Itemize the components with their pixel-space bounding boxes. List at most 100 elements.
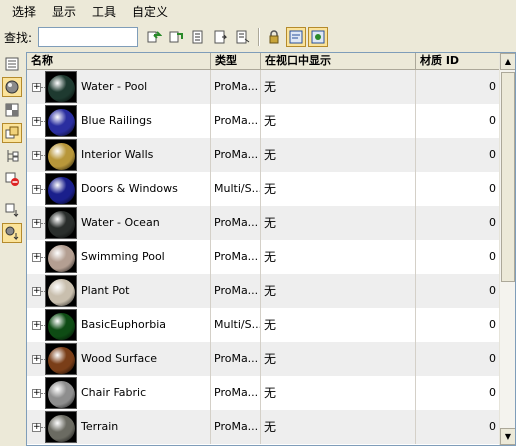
scroll-up-icon[interactable]: ▲ — [500, 53, 515, 70]
sort-active-icon[interactable] — [2, 223, 22, 243]
type-cell: ProMa... — [211, 70, 261, 104]
material-sphere — [48, 415, 75, 442]
material-thumbnail — [45, 71, 77, 103]
viewport-cell: 无 — [261, 274, 416, 308]
material-sphere — [48, 143, 75, 170]
vertical-scrollbar[interactable]: ▲ ▼ — [499, 53, 515, 445]
expand-icon[interactable]: + — [32, 117, 41, 126]
menu-tools[interactable]: 工具 — [84, 2, 124, 22]
select-none-icon[interactable] — [166, 27, 186, 47]
name-cell: + Chair Fabric — [27, 376, 211, 410]
display-subtree-icon[interactable] — [2, 146, 22, 166]
sync-selection-icon[interactable] — [286, 27, 306, 47]
table-row[interactable]: + Water - Ocean ProMa... 无 0 — [27, 206, 499, 240]
material-thumbnail — [45, 173, 77, 205]
column-material-id[interactable]: 材质 ID — [416, 53, 499, 70]
menu-display[interactable]: 显示 — [44, 2, 84, 22]
table-row[interactable]: + Doors & Windows Multi/S... 无 0 — [27, 172, 499, 206]
expand-icon[interactable]: + — [32, 321, 41, 330]
name-cell: + Wood Surface — [27, 342, 211, 376]
table-row[interactable]: + Water - Pool ProMa... 无 0 — [27, 70, 499, 104]
display-geometry-icon[interactable] — [2, 54, 22, 74]
select-invert-icon[interactable] — [188, 27, 208, 47]
viewport-cell: 无 — [261, 206, 416, 240]
display-missing-icon[interactable] — [2, 169, 22, 189]
toolbar-separator — [258, 28, 260, 46]
name-cell: + Water - Pool — [27, 70, 211, 104]
viewport-cell: 无 — [261, 410, 416, 444]
display-maps-icon[interactable] — [2, 100, 22, 120]
name-cell: + Terrain — [27, 410, 211, 444]
table-row[interactable]: + Interior Walls ProMa... 无 0 — [27, 138, 499, 172]
type-cell: ProMa... — [211, 410, 261, 444]
table-row[interactable]: + Swimming Pool ProMa... 无 0 — [27, 240, 499, 274]
table-row[interactable]: + Chair Fabric ProMa... 无 0 — [27, 376, 499, 410]
material-sphere — [48, 347, 75, 374]
type-cell: ProMa... — [211, 240, 261, 274]
material-id-cell: 0 — [489, 420, 496, 433]
material-sphere — [48, 245, 75, 272]
material-sphere — [48, 381, 75, 408]
material-thumbnail — [45, 343, 77, 375]
selection-tools — [144, 27, 254, 47]
display-objects-icon[interactable] — [2, 123, 22, 143]
sort-icon[interactable] — [2, 200, 22, 220]
expand-icon[interactable]: + — [32, 389, 41, 398]
material-name: BasicEuphorbia — [81, 318, 167, 331]
material-id-cell: 0 — [489, 318, 496, 331]
material-name: Wood Surface — [81, 352, 158, 365]
material-thumbnail — [45, 241, 77, 273]
column-header: 名称 类型 在视口中显示 材质 ID — [27, 53, 499, 70]
column-type[interactable]: 类型 — [211, 53, 261, 70]
lock-icon[interactable] — [264, 27, 284, 47]
menu-select[interactable]: 选择 — [4, 2, 44, 22]
type-cell: Multi/S... — [211, 172, 261, 206]
sync-scene-icon[interactable] — [308, 27, 328, 47]
expand-icon[interactable]: + — [32, 151, 41, 160]
name-cell: + Swimming Pool — [27, 240, 211, 274]
expand-icon[interactable]: + — [32, 423, 41, 432]
expand-icon[interactable]: + — [32, 83, 41, 92]
type-cell: Multi/S... — [211, 308, 261, 342]
table-row[interactable]: + Blue Railings ProMa... 无 0 — [27, 104, 499, 138]
material-thumbnail — [45, 207, 77, 239]
select-children-icon[interactable] — [210, 27, 230, 47]
select-dependents-icon[interactable] — [232, 27, 252, 47]
material-id-cell: 0 — [489, 284, 496, 297]
material-id-cell: 0 — [489, 80, 496, 93]
select-all-icon[interactable] — [144, 27, 164, 47]
name-cell: + Interior Walls — [27, 138, 211, 172]
viewport-cell: 无 — [261, 70, 416, 104]
expand-icon[interactable]: + — [32, 253, 41, 262]
type-cell: ProMa... — [211, 274, 261, 308]
material-sphere — [48, 279, 75, 306]
type-cell: ProMa... — [211, 104, 261, 138]
material-name: Chair Fabric — [81, 386, 147, 399]
find-label: 查找: — [4, 30, 33, 45]
column-name[interactable]: 名称 — [27, 53, 211, 70]
table-row[interactable]: + Terrain ProMa... 无 0 — [27, 410, 499, 444]
table-row[interactable]: + BasicEuphorbia Multi/S... 无 0 — [27, 308, 499, 342]
scroll-thumb[interactable] — [501, 72, 515, 282]
material-name: Water - Pool — [81, 80, 148, 93]
column-viewport[interactable]: 在视口中显示 — [261, 53, 416, 70]
menu-customize[interactable]: 自定义 — [124, 2, 176, 22]
expand-icon[interactable]: + — [32, 287, 41, 296]
expand-icon[interactable]: + — [32, 185, 41, 194]
expand-icon[interactable]: + — [32, 219, 41, 228]
material-name: Water - Ocean — [81, 216, 160, 229]
type-cell: ProMa... — [211, 138, 261, 172]
name-cell: + Doors & Windows — [27, 172, 211, 206]
display-materials-icon[interactable] — [2, 77, 22, 97]
table-row[interactable]: + Wood Surface ProMa... 无 0 — [27, 342, 499, 376]
material-sphere — [48, 109, 75, 136]
material-thumbnail — [45, 309, 77, 341]
material-id-cell: 0 — [489, 386, 496, 399]
expand-icon[interactable]: + — [32, 355, 41, 364]
find-toolbar: 查找: — [0, 24, 516, 50]
scroll-down-icon[interactable]: ▼ — [500, 428, 515, 445]
find-input[interactable] — [38, 27, 138, 47]
table-row[interactable]: + Plant Pot ProMa... 无 0 — [27, 274, 499, 308]
material-thumbnail — [45, 139, 77, 171]
material-name: Blue Railings — [81, 114, 152, 127]
